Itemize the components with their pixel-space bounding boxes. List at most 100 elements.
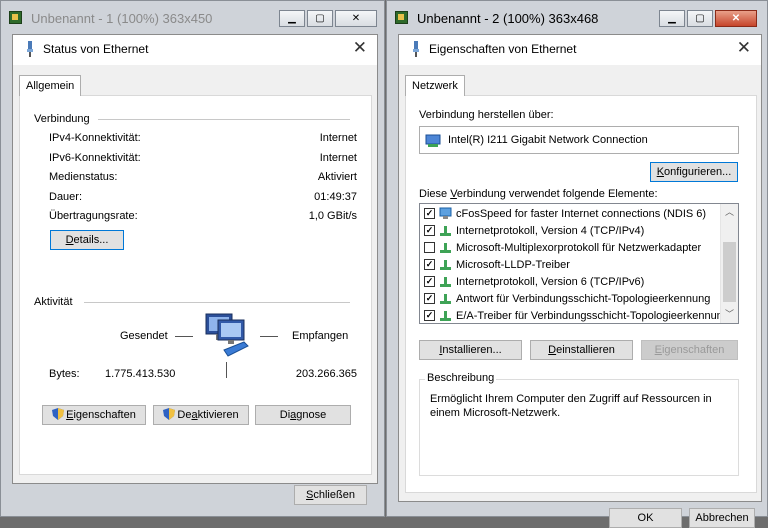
right-viewer-window: Unbenannt - 2 (100%) 363x468 ▁ ▢ ✕ Eigen… <box>386 0 768 528</box>
shield-icon <box>163 408 176 420</box>
right-viewer-title: Unbenannt - 2 (100%) 363x468 <box>417 11 599 26</box>
close-button[interactable]: ✕ <box>335 10 377 27</box>
item-label: Antwort für Verbindungsschicht-Topologie… <box>456 292 711 305</box>
scroll-down-icon[interactable]: ﹀ <box>721 306 738 323</box>
sent-line <box>175 336 193 337</box>
left-viewer-titlebar[interactable]: Unbenannt - 1 (100%) 363x450 ▁ ▢ ✕ <box>1 1 384 35</box>
configure-button[interactable]: Konfigurieren... <box>650 162 738 182</box>
install-button[interactable]: Installieren... <box>419 340 522 360</box>
image-viewer-icon <box>395 11 408 24</box>
item-label: Microsoft-LLDP-Treiber <box>456 258 570 271</box>
list-item[interactable]: ✓ Microsoft-LLDP-Treiber <box>424 256 570 273</box>
status-dialog-title: Status von Ethernet <box>43 42 149 56</box>
maximize-button[interactable]: ▢ <box>307 10 333 27</box>
btn-text: De <box>177 409 192 421</box>
group-divider <box>98 119 350 120</box>
list-item[interactable]: ✓ Internetprotokoll, Version 4 (TCP/IPv4… <box>424 222 644 239</box>
minimize-button[interactable]: ▁ <box>279 10 305 27</box>
status-dialog-titlebar[interactable]: Status von Ethernet ✕ <box>13 35 377 65</box>
list-item[interactable]: ✓ Antwort für Verbindungsschicht-Topolog… <box>424 290 710 307</box>
properties-dialog-title: Eigenschaften von Ethernet <box>429 42 577 56</box>
list-item[interactable]: ✓ E/A-Treiber für Verbindungsschicht-Top… <box>424 307 723 323</box>
btn-text: igenschaften <box>73 409 136 421</box>
properties-button[interactable]: Eigenschaften <box>42 405 146 425</box>
details-button[interactable]: Details... <box>50 230 124 250</box>
list-item[interactable]: ✓ Internetprotokoll, Version 6 (TCP/IPv6… <box>424 273 644 290</box>
ethernet-icon <box>27 41 33 57</box>
properties-dialog-titlebar[interactable]: Eigenschaften von Ethernet ✕ <box>399 35 761 65</box>
btn-text: nstallieren... <box>442 344 502 356</box>
media-status-value: Aktiviert <box>317 171 357 183</box>
ipv6-value: Internet <box>319 152 357 164</box>
list-item[interactable]: ✓ cFosSpeed for faster Internet connecti… <box>424 205 706 222</box>
items-label: Diese Verbindung verwendet folgende Elem… <box>419 188 658 200</box>
speed-label: Übertragungsrate: <box>49 210 138 222</box>
tab-label: Netzwerk <box>412 80 458 92</box>
received-line <box>260 336 278 337</box>
scroll-thumb[interactable] <box>723 242 736 302</box>
received-label: Empfangen <box>292 330 349 342</box>
item-checkbox[interactable]: ✓ <box>424 293 435 304</box>
duration-label: Dauer: <box>49 191 83 203</box>
item-label: Internetprotokoll, Version 6 (TCP/IPv6) <box>456 275 645 288</box>
close-button[interactable]: ✕ <box>715 10 757 27</box>
scroll-up-icon[interactable]: ︿ <box>721 204 738 221</box>
close-icon[interactable]: ✕ <box>737 38 751 58</box>
item-checkbox[interactable]: ✓ <box>424 259 435 270</box>
left-viewer-title: Unbenannt - 1 (100%) 363x450 <box>31 11 213 26</box>
description-group: Beschreibung Ermöglicht Ihrem Computer d… <box>419 372 739 476</box>
ipv4-value: Internet <box>319 132 357 144</box>
item-checkbox[interactable] <box>424 242 435 253</box>
btn-text: igenschaften <box>661 344 725 356</box>
description-text-line2: einem Microsoft-Netzwerk. <box>430 407 561 419</box>
ipv6-label: IPv6-Konnektivität: <box>49 152 141 164</box>
protocol-icon <box>440 260 451 270</box>
description-text-line1: Ermöglicht Ihrem Computer den Zugriff au… <box>430 393 712 405</box>
tab-netzwerk[interactable]: Netzwerk <box>405 75 465 96</box>
tab-label: Allgemein <box>26 80 75 92</box>
status-dialog: Status von Ethernet ✕ Allgemein Verbindu… <box>12 34 378 505</box>
item-label: cFosSpeed for faster Internet connection… <box>456 207 707 220</box>
btn-text: ktivieren <box>197 409 239 421</box>
close-dialog-button[interactable]: Schließen <box>294 485 367 505</box>
item-label: E/A-Treiber für Verbindungsschicht-Topol… <box>456 309 723 322</box>
bytes-sent-value: 1.775.413.530 <box>105 368 176 380</box>
btn-accel: K <box>656 166 665 178</box>
uninstall-button[interactable]: Deinstallieren <box>530 340 633 360</box>
properties-button-disabled[interactable]: Eigenschaften <box>641 340 738 360</box>
diagnose-button[interactable]: Diagnose <box>255 405 351 425</box>
protocol-icon <box>440 294 451 304</box>
deactivate-button[interactable]: Deaktivieren <box>153 405 249 425</box>
speed-value: 1,0 GBit/s <box>308 210 357 222</box>
right-viewer-titlebar[interactable]: Unbenannt - 2 (100%) 363x468 ▁ ▢ ✕ <box>387 1 767 35</box>
label-accel: V <box>450 188 457 200</box>
cancel-button[interactable]: Abbrechen <box>689 508 755 528</box>
connection-group-label: Verbindung <box>34 113 90 125</box>
tab-allgemein[interactable]: Allgemein <box>19 75 82 96</box>
minimize-button[interactable]: ▁ <box>659 10 685 27</box>
maximize-button[interactable]: ▢ <box>687 10 713 27</box>
general-panel: Verbindung IPv4-Konnektivität: Internet … <box>19 95 372 475</box>
components-list[interactable]: ✓ cFosSpeed for faster Internet connecti… <box>419 203 739 324</box>
network-panel: Verbindung herstellen über: Intel(R) I21… <box>405 95 757 493</box>
item-checkbox[interactable]: ✓ <box>424 310 435 321</box>
duration-value: 01:49:37 <box>314 191 357 203</box>
protocol-icon <box>440 226 451 236</box>
label-text: Diese <box>419 188 451 200</box>
image-viewer-icon <box>9 11 22 24</box>
adapter-box: Intel(R) I211 Gigabit Network Connection <box>419 126 739 154</box>
connect-using-label: Verbindung herstellen über: <box>419 109 554 121</box>
item-checkbox[interactable]: ✓ <box>424 208 435 219</box>
list-item[interactable]: Microsoft-Multiplexorprotokoll für Netzw… <box>424 239 701 256</box>
close-icon[interactable]: ✕ <box>353 38 367 58</box>
ipv4-label: IPv4-Konnektivität: <box>49 132 141 144</box>
protocol-icon <box>440 277 451 287</box>
bytes-label: Bytes: <box>49 368 80 380</box>
btn-text: chließen <box>313 489 355 501</box>
item-checkbox[interactable]: ✓ <box>424 276 435 287</box>
btn-text: etails... <box>73 234 109 246</box>
ok-button[interactable]: OK <box>609 508 682 528</box>
list-scrollbar[interactable]: ︿ ﹀ <box>720 204 738 323</box>
network-client-icon <box>439 207 452 219</box>
item-checkbox[interactable]: ✓ <box>424 225 435 236</box>
